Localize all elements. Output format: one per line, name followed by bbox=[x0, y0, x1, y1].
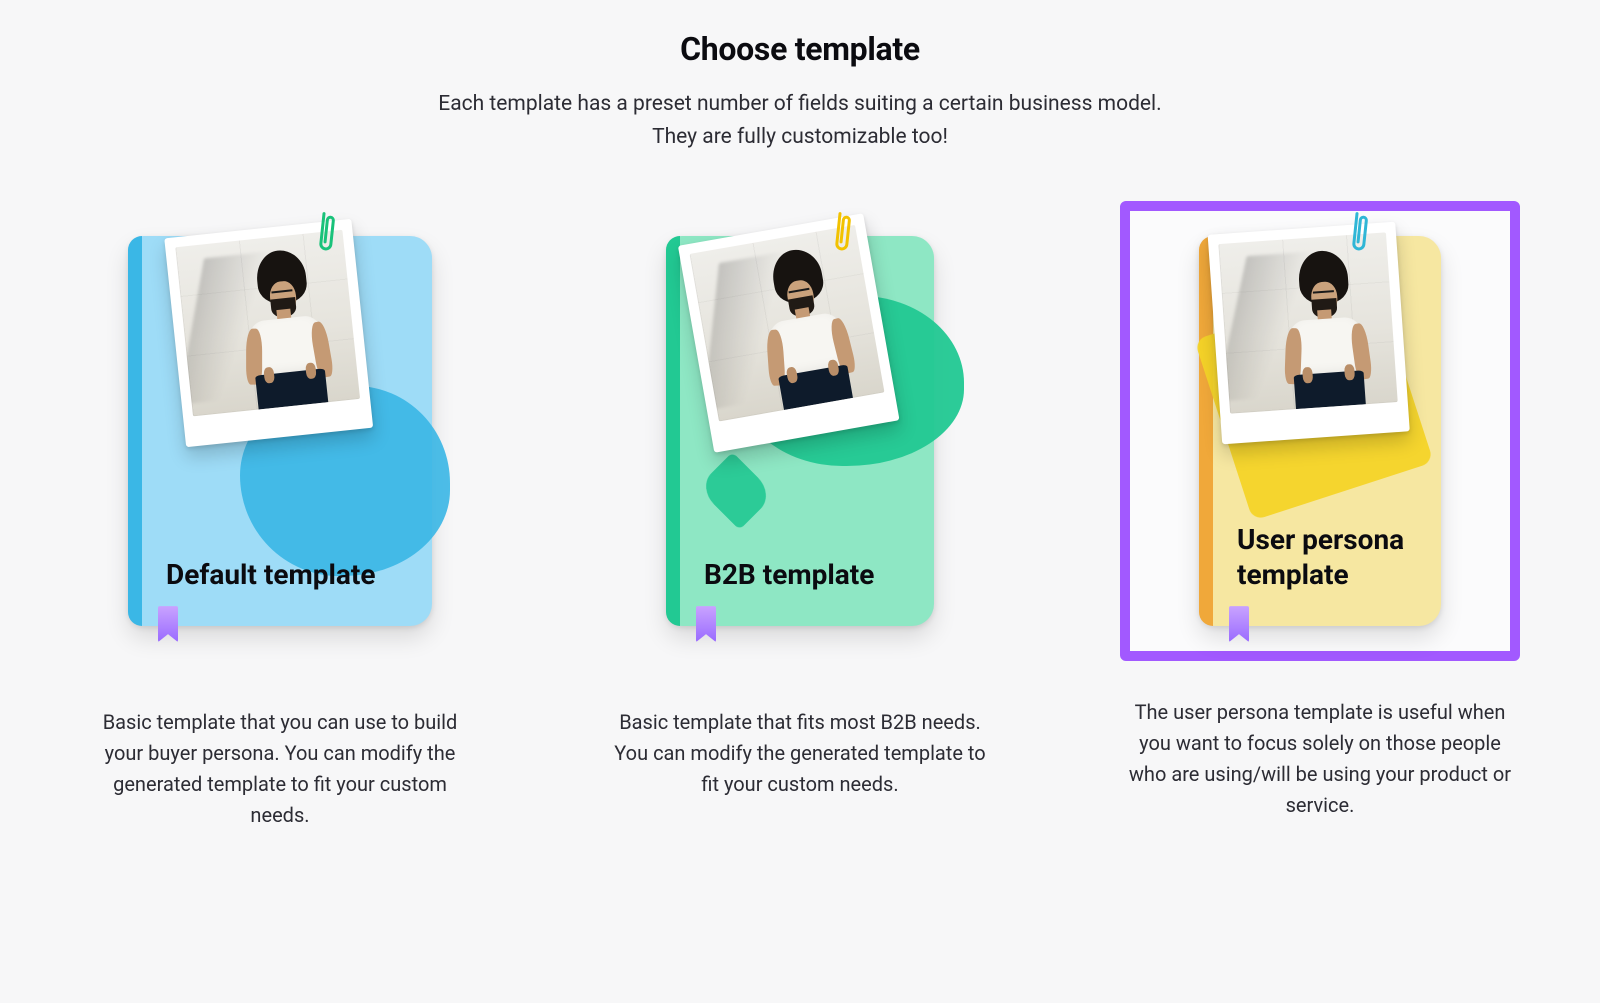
template-card-title: Default template bbox=[166, 557, 402, 592]
template-card-description: Basic template that fits most B2B needs.… bbox=[600, 707, 1000, 800]
page-title: Choose template bbox=[680, 30, 920, 68]
page-subtitle-line1: Each template has a preset number of fie… bbox=[438, 92, 1161, 116]
page-subtitle-line2: They are fully customizable too! bbox=[652, 125, 948, 149]
persona-photo bbox=[689, 225, 884, 422]
template-card-b2b[interactable]: B2B template bbox=[600, 201, 1000, 661]
persona-photo-polaroid bbox=[1208, 222, 1410, 445]
template-card-user-persona[interactable]: User persona template bbox=[1120, 201, 1520, 661]
template-book-b2b: B2B template bbox=[666, 236, 934, 626]
persona-photo-polaroid bbox=[678, 213, 900, 452]
template-card-description: Basic template that you can use to build… bbox=[80, 707, 480, 831]
book-spine bbox=[128, 236, 142, 626]
persona-photo bbox=[1218, 232, 1397, 413]
template-picker-page: Choose template Each template has a pres… bbox=[0, 0, 1600, 1003]
template-col-default: Default template Basic template that you… bbox=[80, 201, 480, 831]
bookmark-icon bbox=[1229, 606, 1249, 642]
template-card-description: The user persona template is useful when… bbox=[1120, 697, 1520, 821]
persona-photo-polaroid bbox=[164, 219, 373, 448]
book-spine bbox=[666, 236, 680, 626]
template-card-title: B2B template bbox=[704, 557, 904, 592]
template-book-user-persona: User persona template bbox=[1199, 236, 1441, 626]
page-subtitle: Each template has a preset number of fie… bbox=[438, 88, 1161, 153]
template-col-b2b: B2B template Basic template that fits mo… bbox=[600, 201, 1000, 831]
template-card-title: User persona template bbox=[1237, 522, 1411, 592]
template-cards-row: Default template Basic template that you… bbox=[20, 201, 1580, 831]
template-book-default: Default template bbox=[128, 236, 432, 626]
template-card-default[interactable]: Default template bbox=[80, 201, 480, 661]
book-blob-shape bbox=[697, 452, 775, 530]
template-col-user-persona: User persona template The user persona t… bbox=[1120, 201, 1520, 831]
bookmark-icon bbox=[696, 606, 716, 642]
bookmark-icon bbox=[158, 606, 178, 642]
